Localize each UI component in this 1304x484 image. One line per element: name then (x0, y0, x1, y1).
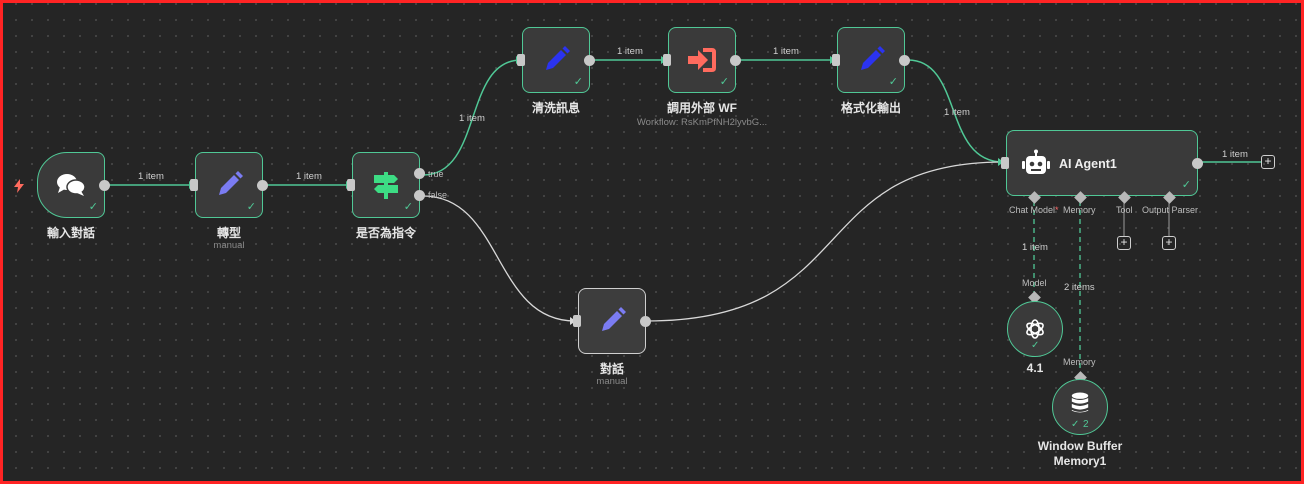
success-check-icon: ✓ (1031, 340, 1040, 351)
output-handle[interactable] (584, 54, 595, 66)
success-check-icon: ✓ (573, 76, 583, 88)
edge-label-model-agent: 1 item (1022, 242, 1048, 253)
input-handle[interactable] (573, 315, 581, 327)
robot-icon (1022, 149, 1050, 174)
node-clean-label: 清洗訊息 (531, 101, 580, 115)
if-false-label: false (428, 190, 448, 200)
node-callwf-label: 調用外部 WF (667, 101, 737, 115)
node-memory-label-line2: Memory1 (1053, 454, 1107, 468)
if-true-label: true (428, 169, 444, 179)
node-callwf[interactable]: ✓ (663, 27, 741, 93)
node-if[interactable]: ✓ (347, 152, 425, 218)
node-callwf-subtitle: Workflow: RsKmPfNH2lyvbG... (636, 117, 768, 128)
add-output-parser-button[interactable]: + (1162, 236, 1176, 250)
pencil-icon (546, 46, 570, 70)
signpost-icon (374, 172, 398, 199)
workflow-canvas[interactable]: ✓ 輸入對話 ✓ 轉型 manual ✓ true false 是否為指令 ✓ … (3, 3, 1301, 481)
port-chat-model-label: Chat Model* (1009, 205, 1059, 215)
port-tool-label: Tool (1116, 205, 1133, 215)
edge-label-transform-if: 1 item (296, 171, 322, 182)
node-ai-agent[interactable]: AI Agent1 ✓ (1001, 130, 1203, 196)
lightning-icon (14, 179, 24, 193)
pencil-icon (602, 307, 626, 331)
edge-label-input-transform: 1 item (138, 171, 164, 182)
input-handle[interactable] (347, 179, 355, 191)
node-chat-label: 對話 (599, 362, 624, 376)
database-icon (1071, 392, 1089, 413)
edge-chat-agent (646, 161, 1004, 322)
memory-port-label: Memory (1063, 357, 1096, 367)
model-port-label: Model (1022, 278, 1047, 288)
success-check-icon: ✓ (403, 201, 413, 213)
input-handle[interactable] (832, 54, 840, 66)
node-transform[interactable]: ✓ (190, 152, 268, 218)
success-check-icon: ✓ (719, 76, 729, 88)
chat-bubbles-icon (57, 174, 86, 196)
port-output-parser-label: Output Parser (1142, 205, 1199, 215)
input-handle[interactable] (1001, 157, 1009, 169)
node-clean[interactable]: ✓ (517, 27, 595, 93)
node-format[interactable]: ✓ (832, 27, 910, 93)
output-handle[interactable] (899, 54, 910, 66)
success-check-icon: ✓ (888, 76, 898, 88)
port-memory-label: Memory (1063, 205, 1096, 215)
node-model-label: 4.1 (1026, 361, 1044, 375)
output-handle-false[interactable] (414, 189, 425, 201)
success-check-icon: ✓ (1071, 419, 1080, 430)
node-if-label: 是否為指令 (355, 226, 416, 240)
edge-label-clean-callwf: 1 item (617, 46, 643, 57)
ai-agent-title: AI Agent1 (1059, 157, 1117, 171)
input-handle[interactable] (517, 54, 525, 66)
add-next-node-button[interactable]: + (1261, 155, 1275, 169)
output-handle[interactable] (99, 179, 110, 191)
sign-in-icon (688, 48, 716, 72)
edge-label-if-clean: 1 item (459, 113, 485, 124)
success-check-icon: ✓ (88, 201, 98, 213)
required-mark: * (1055, 205, 1059, 215)
node-chat-subtitle: manual (596, 376, 628, 387)
output-handle[interactable] (640, 315, 651, 327)
add-tool-button[interactable]: + (1117, 236, 1131, 250)
node-window-buffer-memory[interactable]: ✓ 2 (1052, 379, 1108, 435)
edge-if-chat (422, 195, 576, 322)
input-handle[interactable] (663, 54, 671, 66)
node-transform-subtitle: manual (213, 240, 245, 251)
output-handle[interactable] (257, 179, 268, 191)
success-check-icon: ✓ (1181, 179, 1191, 191)
node-model[interactable]: ✓ (1007, 301, 1063, 357)
pencil-icon (861, 46, 885, 70)
memory-run-count: 2 (1083, 419, 1089, 430)
output-handle[interactable] (1192, 157, 1203, 169)
output-handle-true[interactable] (414, 167, 425, 179)
node-input[interactable]: ✓ (37, 152, 110, 218)
pencil-icon (219, 171, 243, 195)
edge-label-format-agent: 1 item (944, 107, 970, 118)
node-transform-label: 轉型 (216, 226, 241, 240)
output-handle[interactable] (730, 54, 741, 66)
node-chat[interactable] (573, 288, 651, 354)
node-memory-label-line1: Window Buffer (1037, 439, 1123, 453)
edge-label-agent-out: 1 item (1222, 149, 1248, 160)
node-format-label: 格式化輸出 (840, 101, 901, 115)
success-check-icon: ✓ (246, 201, 256, 213)
edge-label-callwf-format: 1 item (773, 46, 799, 57)
node-input-label: 輸入對話 (46, 226, 95, 240)
openai-icon (1026, 319, 1044, 339)
edge-label-memory-agent: 2 items (1064, 282, 1095, 293)
input-handle[interactable] (190, 179, 198, 191)
